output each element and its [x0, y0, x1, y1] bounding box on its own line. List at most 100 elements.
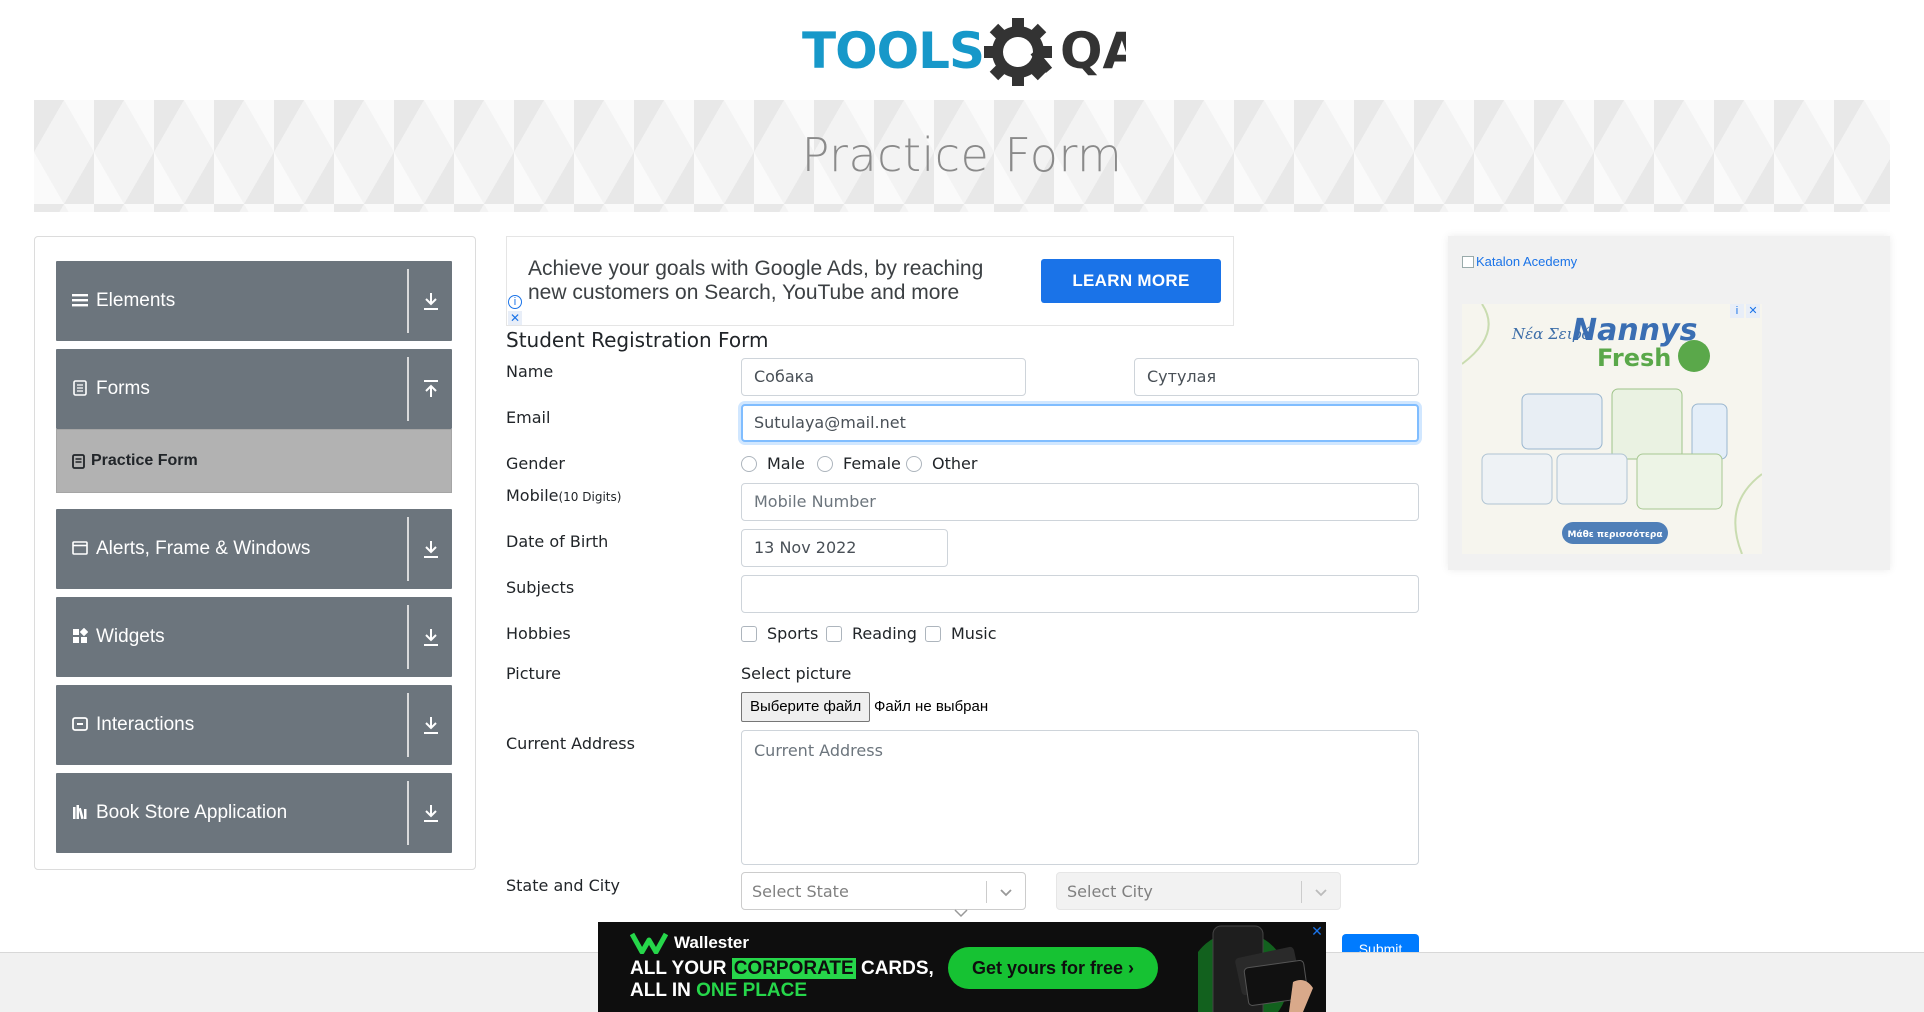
- hobbies-label: Hobbies: [506, 624, 571, 643]
- sidebar-item-practice-form[interactable]: Practice Form: [56, 429, 452, 493]
- state-city-label: State and City: [506, 876, 620, 895]
- chevron-down-icon: [954, 909, 968, 918]
- ad-brand: Nannys: [1572, 313, 1697, 348]
- sidebar-group-widgets[interactable]: Widgets: [56, 597, 452, 677]
- ad-headline-1: ALL YOUR CORPORATE CARDS,: [630, 958, 934, 980]
- katalon-ad[interactable]: Katalon Acedemy Νέα Σειρά Nannys Fresh Μ…: [1448, 236, 1890, 570]
- divider: [407, 517, 409, 581]
- current-address-textarea[interactable]: Current Address: [741, 730, 1419, 865]
- chevron-down-icon: [1000, 889, 1012, 897]
- sidebar-group-bookstore[interactable]: Book Store Application: [56, 773, 452, 853]
- state-select-value: Select State: [752, 882, 849, 901]
- hobby-music-checkbox[interactable]: Music: [925, 624, 997, 643]
- toolsqa-logo[interactable]: TOOLS QA: [802, 14, 1142, 92]
- hobby-option-label: Sports: [767, 624, 819, 643]
- divider: [407, 269, 409, 333]
- gender-other-radio[interactable]: Other: [906, 454, 977, 473]
- wallester-logo: Wallester: [630, 932, 749, 954]
- download-arrow-icon: [424, 717, 438, 734]
- choose-file-button[interactable]: Выберите файл: [741, 692, 871, 722]
- checkbox-box[interactable]: [741, 625, 757, 642]
- ad-info-icon[interactable]: i: [1730, 304, 1744, 318]
- file-status: Файл не выбран: [874, 698, 989, 715]
- google-ads-banner[interactable]: Achieve your goals with Google Ads, by r…: [506, 236, 1234, 326]
- current-address-label: Current Address: [506, 734, 635, 753]
- ad-brand: Wallester: [674, 933, 749, 952]
- checkbox-box[interactable]: [925, 625, 941, 642]
- sidebar-group-alerts[interactable]: Alerts, Frame & Windows: [56, 509, 452, 589]
- window-icon: [72, 541, 88, 555]
- hobby-reading-checkbox[interactable]: Reading: [826, 624, 917, 643]
- hobby-option-label: Music: [951, 624, 997, 643]
- first-name-input[interactable]: Собака: [741, 358, 1026, 396]
- email-input[interactable]: Sutulaya@mail.net: [741, 404, 1419, 442]
- chevron-right-icon: ›: [1123, 957, 1135, 978]
- sidebar-group-interactions[interactable]: Interactions: [56, 685, 452, 765]
- gender-option-label: Female: [843, 454, 901, 473]
- cta-label: Get yours for free: [971, 957, 1124, 978]
- sidebar-group-label: Interactions: [96, 714, 195, 735]
- logo-text-left: TOOLS: [802, 22, 984, 80]
- gender-label: Gender: [506, 454, 565, 473]
- divider: [407, 357, 409, 421]
- sidebar-group-elements[interactable]: Elements: [56, 261, 452, 341]
- hobby-option-label: Reading: [852, 624, 917, 643]
- ad-info-icon[interactable]: i: [508, 295, 522, 309]
- radio-circle[interactable]: [741, 455, 757, 472]
- date-of-birth-input[interactable]: 13 Nov 2022: [741, 529, 948, 567]
- download-arrow-icon: [424, 805, 438, 822]
- gender-female-radio[interactable]: Female: [817, 454, 901, 473]
- sidebar-group-forms[interactable]: Forms: [56, 349, 452, 429]
- ad-alt-text: Katalon Acedemy: [1476, 254, 1578, 269]
- document-icon: [72, 454, 85, 469]
- learn-more-button[interactable]: LEARN MORE: [1041, 259, 1221, 303]
- menu-icon: [72, 294, 88, 307]
- sidebar-group-label: Forms: [96, 378, 150, 399]
- ad-headline-part: ALL YOUR: [630, 958, 732, 979]
- ad-close-icon[interactable]: ✕: [508, 311, 522, 325]
- ad-headline-highlight: ONE PLACE: [696, 980, 808, 1001]
- mobile-input[interactable]: Mobile Number: [741, 483, 1419, 521]
- dob-label: Date of Birth: [506, 532, 609, 551]
- download-arrow-icon: [424, 541, 438, 558]
- checkbox-box[interactable]: [826, 625, 842, 642]
- subjects-input[interactable]: [741, 575, 1419, 613]
- ad-text: Achieve your goals with Google Ads, by r…: [528, 257, 984, 304]
- mobile-label: Mobile(10 Digits): [506, 486, 621, 505]
- last-name-input[interactable]: Сутулая: [1134, 358, 1419, 396]
- radio-circle[interactable]: [817, 455, 833, 472]
- sidebar-item-label: Practice Form: [91, 452, 198, 469]
- wallester-logo-icon: [630, 932, 668, 954]
- radio-circle[interactable]: [906, 455, 922, 472]
- form-icon: [73, 380, 87, 396]
- ad-headline-part: ALL IN: [630, 980, 697, 1001]
- nannys-ad-creative[interactable]: Νέα Σειρά Nannys Fresh Μάθε περισσότερα: [1462, 304, 1762, 554]
- sidebar-group-label: Book Store Application: [96, 802, 288, 823]
- sidebar-group-label: Elements: [96, 290, 176, 311]
- gender-male-radio[interactable]: Male: [741, 454, 805, 473]
- sidebar: Elements Forms Practice Form Alerts, Fra…: [34, 236, 476, 870]
- divider: [986, 881, 987, 903]
- gear-icon: [984, 18, 1053, 86]
- sidebar-group-label: Widgets: [96, 626, 165, 647]
- wallester-ad[interactable]: Wallester ALL YOUR CORPORATE CARDS, ALL …: [598, 922, 1326, 1012]
- download-arrow-icon: [424, 293, 438, 310]
- broken-image-link[interactable]: Katalon Acedemy: [1462, 254, 1577, 269]
- hobby-sports-checkbox[interactable]: Sports: [741, 624, 818, 643]
- ad-close-icon[interactable]: ✕: [1746, 304, 1760, 318]
- chevron-down-icon: [1315, 889, 1327, 897]
- interactions-icon: [72, 717, 88, 731]
- books-icon: [73, 805, 87, 820]
- email-label: Email: [506, 408, 551, 427]
- ad-headline-2: ALL IN ONE PLACE: [630, 980, 807, 1002]
- divider: [1301, 881, 1302, 903]
- divider: [407, 605, 409, 669]
- city-select[interactable]: Select City: [1056, 872, 1341, 910]
- ad-close-icon[interactable]: ✕: [1310, 924, 1324, 938]
- get-yours-button[interactable]: Get yours for free ›: [948, 947, 1158, 989]
- page-title: Practice Form: [801, 128, 1123, 182]
- broken-image-icon: [1462, 255, 1474, 268]
- gender-option-label: Male: [767, 454, 805, 473]
- state-select[interactable]: Select State: [741, 872, 1026, 910]
- upload-arrow-icon: [424, 380, 438, 397]
